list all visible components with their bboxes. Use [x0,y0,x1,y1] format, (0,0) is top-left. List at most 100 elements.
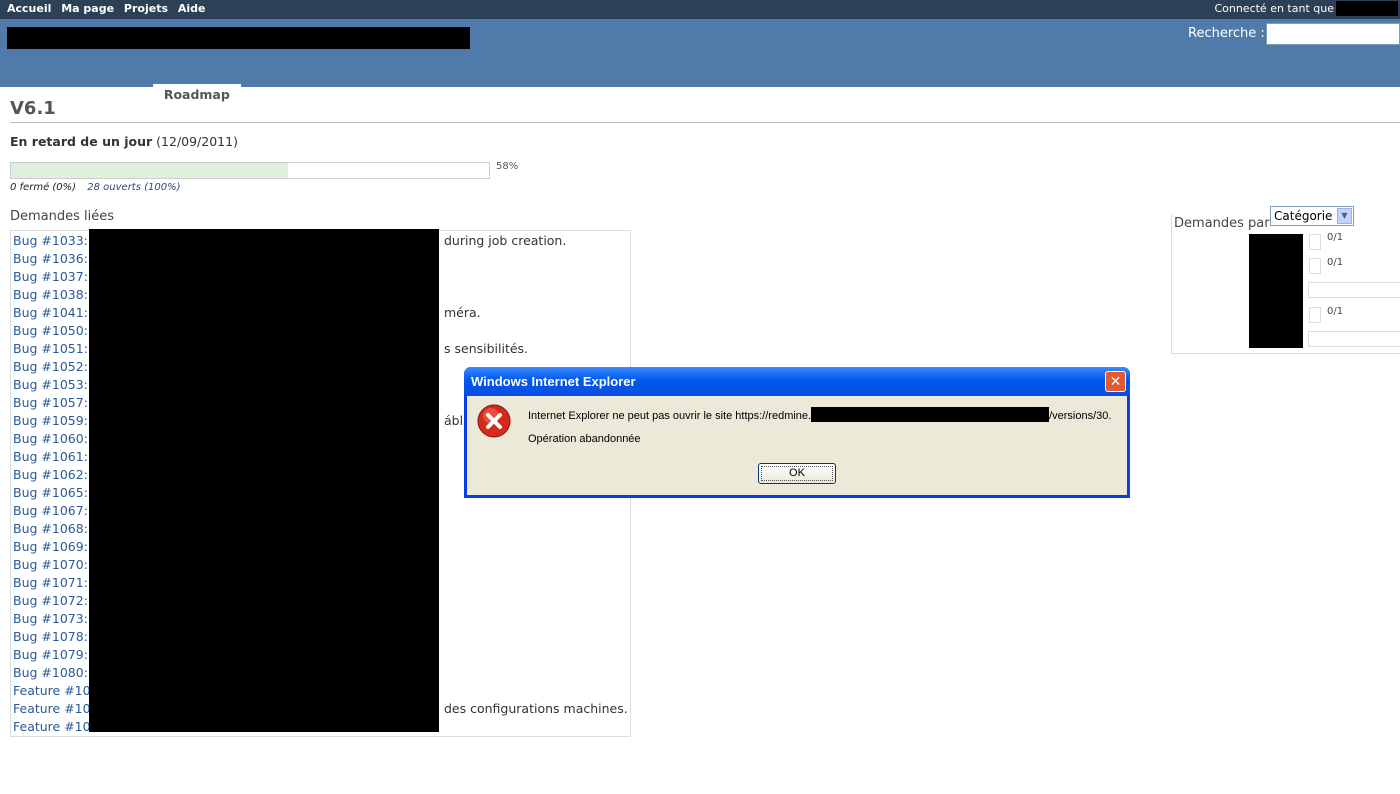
issue-link[interactable]: Bug #1057: [13,395,88,410]
list-item: Bug #1069: [13,538,88,556]
list-item: Bug #1078: [13,628,88,646]
issue-link[interactable]: Bug #1062: [13,467,88,482]
category-count: 0/1 [1327,306,1344,317]
related-issues-title: Demandes liées [10,209,115,224]
search-input[interactable] [1266,23,1400,45]
issue-link[interactable]: Bug #1053: [13,377,88,392]
due-date: (12/09/2011) [156,134,238,149]
issue-link[interactable]: Feature #10 [13,719,91,734]
issues-by-panel: Demandes par Catégorie ▼ 0/1 0/1 0/1 [1171,206,1400,354]
issue-link[interactable]: Bug #1060: [13,431,88,446]
logged-in-label: Connecté en tant que [1214,2,1334,15]
issue-link[interactable]: Bug #1078: [13,629,88,644]
chevron-down-icon: ▼ [1337,208,1352,224]
redacted-username [1336,1,1398,16]
issue-link[interactable]: Feature #10 [13,683,91,698]
error-icon [477,404,511,438]
redacted-issue-subjects [89,229,439,732]
category-progress-bar [1309,234,1321,250]
issue-link[interactable]: Bug #1051: [13,341,88,356]
list-item: Bug #1071: [13,574,88,592]
list-item: Bug #1067: [13,502,88,520]
dialog-message-start: Internet Explorer ne peut pas ouvrir le … [528,410,812,422]
closed-count: 0 fermé (0%) [10,182,77,193]
list-item: Bug #1057: [13,394,88,412]
progress-bar [10,162,490,179]
top-menu: Accueil Ma page Projets Aide Connecté en… [0,0,1400,19]
list-item: Bug #1038: [13,286,88,304]
ok-button[interactable]: OK [758,463,836,484]
list-item: Bug #1036: [13,250,88,268]
top-link-help[interactable]: Aide [178,2,206,15]
ok-focus-ring [761,466,833,481]
issue-link[interactable]: Bug #1059: [13,413,88,428]
list-item: Bug #1065: [13,484,88,502]
issue-link[interactable]: Bug #1072: [13,593,88,608]
issue-link[interactable]: Bug #1079: [13,647,88,662]
group-by-value: Catégorie [1274,209,1333,223]
issue-link[interactable]: Bug #1071: [13,575,88,590]
issue-link[interactable]: Bug #1037: [13,269,88,284]
list-item: Bug #1072: [13,592,88,610]
top-link-home[interactable]: Accueil [7,2,51,15]
issue-link[interactable]: Bug #1050: [13,323,88,338]
category-progress-bar [1309,307,1321,323]
issue-link[interactable]: Bug #1073: [13,611,88,626]
progress-legend: 0 fermé (0%) 28 ouverts (100%) [10,182,181,193]
top-menu-links: Accueil Ma page Projets Aide [7,2,211,15]
issue-subject: méra. [444,305,481,320]
version-title: V6.1 [10,98,56,119]
list-item: Bug #1073: [13,610,88,628]
list-item: Bug #1080: [13,664,88,682]
list-item: Bug #1037: [13,268,88,286]
issue-link[interactable]: Bug #1069: [13,539,88,554]
header: Recherche : Aperçu Activité Roadmap Dema… [0,19,1400,106]
issue-subject: during job creation. [444,233,567,248]
list-item: Bug #1068: [13,520,88,538]
list-item: Feature #10 [13,682,91,700]
group-by-select[interactable]: Catégorie ▼ [1270,206,1354,226]
list-item: Feature #10 des configurations machines. [13,700,628,718]
list-item: Bug #1051: s sensibilités. [13,340,528,358]
dialog-titlebar[interactable]: Windows Internet Explorer ✕ [464,367,1130,396]
issue-link[interactable]: Bug #1080: [13,665,88,680]
close-icon[interactable]: ✕ [1105,371,1126,392]
list-item: Bug #1061: [13,448,88,466]
issue-link[interactable]: Bug #1033: [13,233,88,248]
issue-subject: s sensibilités. [444,341,529,356]
issue-link[interactable]: Bug #1052: [13,359,88,374]
issue-link[interactable]: Bug #1070: [13,557,88,572]
dialog-title: Windows Internet Explorer [471,374,636,389]
top-link-my-page[interactable]: Ma page [61,2,114,15]
list-item: Bug #1033: during job creation. [13,232,566,250]
list-item: Bug #1079: [13,646,88,664]
list-item: Bug #1070: [13,556,88,574]
list-item: Bug #1050: [13,322,88,340]
issues-by-label: Demandes par [1174,216,1270,231]
list-item: Feature #10 [13,718,91,736]
issue-link[interactable]: Bug #1067: [13,503,88,518]
list-item: Bug #1062: [13,466,88,484]
list-item: Bug #1053: [13,376,88,394]
issue-link[interactable]: Bug #1061: [13,449,88,464]
issue-link[interactable]: Bug #1041: [13,305,88,320]
error-dialog: Windows Internet Explorer ✕ Internet Exp… [464,367,1130,498]
dialog-submessage: Opération abandonnée [528,433,641,445]
top-link-projects[interactable]: Projets [124,2,168,15]
redacted-project-title [7,27,470,49]
issue-link[interactable]: Bug #1065: [13,485,88,500]
title-divider [10,122,1400,123]
issue-link[interactable]: Bug #1068: [13,521,88,536]
issue-link[interactable]: Bug #1036: [13,251,88,266]
issue-link[interactable]: Feature #10 [13,701,91,716]
category-progress-bar [1308,331,1400,347]
dialog-body: Internet Explorer ne peut pas ouvrir le … [467,396,1127,495]
issue-link[interactable]: Bug #1038: [13,287,88,302]
category-progress-bar [1308,282,1400,298]
dialog-message-end: /versions/30. [1049,410,1112,422]
progress-bar-fill [11,163,289,178]
progress-percent: 58% [496,161,519,172]
dialog-message: Internet Explorer ne peut pas ouvrir le … [528,407,1111,422]
status-text: En retard de un jour [10,134,153,149]
open-issues-link[interactable]: 28 ouverts (100%) [87,182,180,193]
